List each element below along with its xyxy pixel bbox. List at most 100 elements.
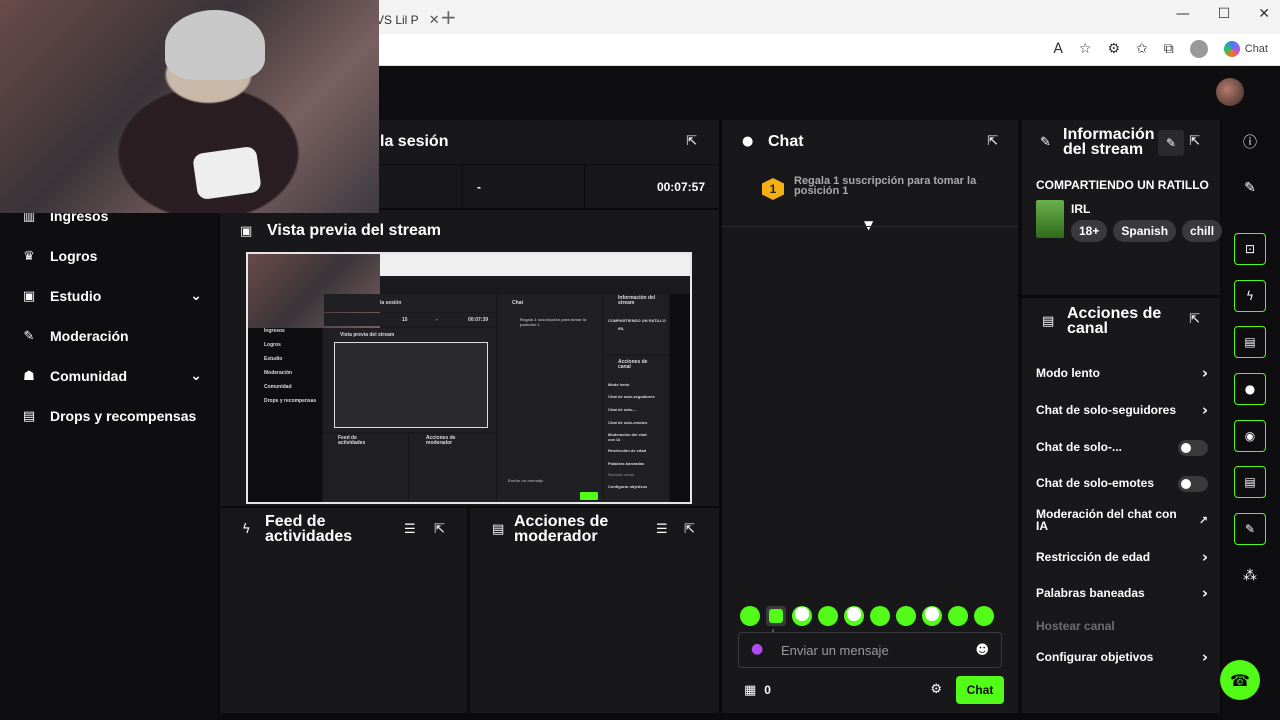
mini-chat-title: Chat xyxy=(512,300,524,306)
wrench-icon[interactable]: ✎ xyxy=(1234,513,1266,545)
browser-tab[interactable]: VS Lil P ✕ xyxy=(376,6,440,34)
broadcast-icon[interactable]: ◉ xyxy=(1234,420,1266,452)
extensions-icon[interactable]: ⚙ xyxy=(1107,41,1120,57)
maximize-button[interactable]: ☐ xyxy=(1218,6,1231,22)
favorites-icon[interactable]: ✩ xyxy=(1136,41,1148,57)
channel-icon[interactable]: ▤ xyxy=(1234,466,1266,498)
popout-icon[interactable]: ⇱ xyxy=(434,522,445,537)
wrench-icon: ✎ xyxy=(23,328,35,344)
chat-bubble-icon[interactable]: ● xyxy=(1234,373,1266,405)
emote-icon[interactable] xyxy=(818,606,838,626)
popout-icon[interactable]: ⇱ xyxy=(1189,134,1200,149)
popout-icon[interactable]: ⇱ xyxy=(1189,312,1200,327)
subs-only-toggle[interactable] xyxy=(1178,440,1208,456)
read-aloud-icon[interactable]: A xyxy=(1053,41,1063,57)
favorite-star-icon[interactable]: ☆ xyxy=(1079,41,1092,57)
age-restriction-row[interactable]: Restricción de edad › xyxy=(1036,548,1208,566)
stat-followers: - xyxy=(463,165,585,208)
popout-icon[interactable]: ⇱ xyxy=(684,522,695,537)
popout-icon[interactable]: ⇱ xyxy=(686,134,697,149)
popout-icon[interactable]: ⇱ xyxy=(987,134,998,149)
emote-icon[interactable] xyxy=(844,606,864,626)
profile-avatar[interactable] xyxy=(1189,40,1208,58)
document-icon: ▤ xyxy=(492,522,505,537)
help-button[interactable]: ☎ xyxy=(1220,660,1260,700)
collapse-icon[interactable]: ▼ xyxy=(864,218,873,232)
followers-only-row[interactable]: Chat de solo-seguidores › xyxy=(1036,401,1208,419)
emote-icon[interactable] xyxy=(896,606,916,626)
emote-icon[interactable] xyxy=(870,606,890,626)
mini-chat-button xyxy=(580,492,598,500)
feed-title: Feed de actividades xyxy=(265,513,353,545)
right-rail: ⓘ ✎ ⊡ ϟ ▤ ● ◉ ▤ ✎ ⁂ xyxy=(1222,120,1280,720)
sidebar-item-moderacion[interactable]: ✎ Moderación xyxy=(22,328,202,344)
moderator-actions-panel: ▤ Acciones de moderador ☰ ⇱ xyxy=(470,508,719,713)
row-label: Chat de solo-seguidores xyxy=(1036,403,1177,417)
drops-icon: ▤ xyxy=(22,408,36,424)
mini-mod-title: Acciones de moderador xyxy=(426,435,456,446)
new-tab-button[interactable]: + xyxy=(440,5,457,29)
slow-mode-row[interactable]: Modo lento › xyxy=(1036,364,1208,382)
store-icon[interactable]: ▦ xyxy=(744,683,756,698)
chat-send-button[interactable]: Chat xyxy=(956,676,1004,704)
sidebar-item-drops[interactable]: ▤ Drops y recompensas xyxy=(22,408,202,424)
emote-icon[interactable] xyxy=(922,606,942,626)
mini-mod: Acciones de moderador xyxy=(410,434,496,502)
emote-icon[interactable] xyxy=(792,606,812,626)
stream-preview-video[interactable]: Ingresos Logros Estudio Moderación Comun… xyxy=(246,252,692,504)
info-icon[interactable]: ⓘ xyxy=(1234,126,1266,158)
sidebar-item-logros[interactable]: ♛ Logros xyxy=(22,248,202,264)
goals-row[interactable]: Configurar objetivos › xyxy=(1036,648,1208,666)
copilot-button[interactable]: Chat xyxy=(1223,41,1268,57)
emote-icon[interactable] xyxy=(974,606,994,626)
mini-session-panel: la sesión xyxy=(324,294,496,312)
chevron-down-icon[interactable]: ⌄ xyxy=(190,368,202,384)
chat-title: Chat xyxy=(768,133,804,150)
stat-duration: 00:07:57 xyxy=(656,179,705,194)
preview-title: Vista previa del stream xyxy=(267,222,442,239)
filter-icon[interactable]: ☰ xyxy=(656,522,668,537)
chat-message-input[interactable]: ● Enviar un mensaje ☻ xyxy=(738,632,1002,668)
filter-icon[interactable]: ☰ xyxy=(404,522,416,537)
banned-words-row[interactable]: Palabras baneadas › xyxy=(1036,584,1208,602)
mini-canal-item: Modo lento xyxy=(608,382,630,387)
emote-icon[interactable] xyxy=(766,606,786,626)
close-window-button[interactable]: ✕ xyxy=(1258,6,1270,22)
document-icon[interactable]: ▤ xyxy=(1234,326,1266,358)
mini-feed: Feed de actividades xyxy=(324,434,408,502)
mini-canal-item: Moderación del chat con IA xyxy=(608,432,647,442)
sidebar-item-estudio[interactable]: ▣ Estudio ⌄ xyxy=(22,288,202,304)
category-thumbnail xyxy=(1036,200,1064,238)
emote-icon[interactable] xyxy=(740,606,760,626)
minimize-button[interactable]: — xyxy=(1176,6,1190,22)
emotes-only-toggle[interactable] xyxy=(1178,476,1208,492)
activity-feed-panel: ϟ Feed de actividades ☰ ⇱ xyxy=(220,508,467,713)
mini-sidebar-item: Estudio xyxy=(264,356,283,362)
gift-leaderboard[interactable]: 1 Regala 1 suscripción para tomar la pos… xyxy=(762,176,1002,200)
tab-title: VS Lil P xyxy=(376,13,419,27)
community-icon: ☗ xyxy=(23,368,35,384)
focus-icon[interactable]: ⊡ xyxy=(1234,233,1266,265)
ai-moderation-row[interactable]: Moderación del chat con IA ↗ xyxy=(1036,508,1208,532)
emotes-only-row: Chat de solo-emotes xyxy=(1036,476,1208,492)
chevron-down-icon[interactable]: ⌄ xyxy=(190,288,202,304)
sidebar-item-comunidad[interactable]: ☗ Comunidad ⌄ xyxy=(22,368,202,384)
sidebar-item-label: Drops y recompensas xyxy=(50,408,197,424)
emote-bar xyxy=(740,606,994,626)
emote-icon[interactable] xyxy=(948,606,968,626)
tag: chill xyxy=(1182,220,1223,242)
edit-icon[interactable]: ✎ xyxy=(1158,130,1184,156)
row-label: Chat de solo-emotes xyxy=(1036,476,1155,490)
channel-icon: ▤ xyxy=(1042,314,1055,329)
gear-icon[interactable]: ⚙ xyxy=(930,682,942,697)
collections-icon[interactable]: ⧉ xyxy=(1164,41,1174,57)
mini-info-title: Información del stream xyxy=(618,295,656,306)
emoji-icon[interactable]: ☻ xyxy=(975,643,989,658)
layout-icon[interactable]: ⁂ xyxy=(1234,560,1266,592)
sidebar-item-label: Logros xyxy=(50,248,98,264)
pencil-icon[interactable]: ✎ xyxy=(1234,172,1266,204)
bolt-icon[interactable]: ϟ xyxy=(1234,280,1266,312)
microphone-icon[interactable]: ● xyxy=(751,641,765,659)
tab-close-icon[interactable]: ✕ xyxy=(429,12,440,28)
user-avatar[interactable] xyxy=(1216,78,1244,106)
